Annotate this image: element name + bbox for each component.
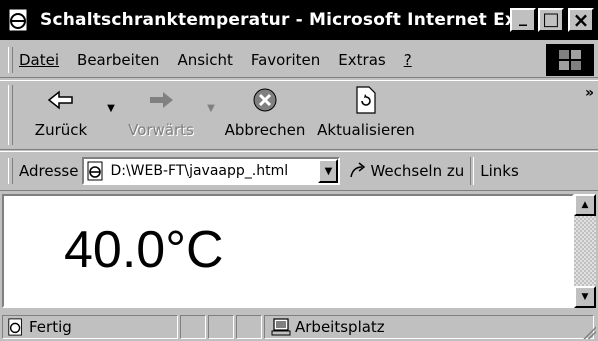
address-value: D:\WEB-FT\javaapp_.html	[110, 163, 289, 179]
close-icon: ×	[572, 8, 590, 32]
refresh-label: Aktualisieren	[317, 121, 415, 139]
status-panel-blank-1	[180, 314, 206, 339]
links-button[interactable]: Links	[480, 162, 519, 180]
maximize-button[interactable]: □	[538, 8, 564, 32]
standard-toolbar: Zurück ▼ Vorwärts ▼ Abbrechen Aktualisie…	[0, 80, 598, 150]
status-text-panel: Fertig	[2, 314, 178, 339]
page-content: 40.0°C	[2, 194, 574, 308]
back-label: Zurück	[34, 121, 88, 139]
status-bar: Fertig Arbeitsplatz	[0, 312, 598, 341]
title-bar[interactable]: Schaltschranktemperatur - Microsoft Inte…	[0, 0, 598, 40]
scroll-up-button[interactable]: ▲	[574, 194, 596, 216]
minimize-button[interactable]: _	[510, 8, 536, 32]
go-arrow-icon	[350, 162, 366, 178]
refresh-icon	[356, 86, 376, 114]
status-zone-panel: Arbeitsplatz	[264, 314, 594, 339]
menu-extras[interactable]: Extras	[338, 51, 385, 69]
forward-arrow-icon	[150, 92, 173, 108]
temperature-readout: 40.0°C	[64, 221, 224, 279]
stop-button[interactable]: Abbrechen	[219, 81, 311, 147]
scroll-up-icon: ▲	[581, 200, 589, 210]
browser-window: Schaltschranktemperatur - Microsoft Inte…	[0, 0, 598, 341]
vertical-scrollbar[interactable]: ▲ ▼	[574, 194, 596, 308]
menu-grip[interactable]	[8, 46, 13, 73]
menu-datei[interactable]: Datei	[19, 51, 59, 69]
address-input[interactable]: D:\WEB-FT\javaapp_.html ▼	[82, 157, 341, 185]
stop-icon	[253, 88, 277, 112]
minimize-icon: _	[519, 7, 527, 26]
refresh-button[interactable]: Aktualisieren	[311, 81, 421, 147]
scroll-down-icon: ▼	[581, 292, 589, 302]
page-icon	[87, 161, 103, 181]
status-panel-blank-3	[236, 314, 262, 339]
ie-throbber-logo	[546, 44, 594, 76]
go-button[interactable]: Wechseln zu	[348, 161, 464, 181]
windows-logo-icon	[559, 50, 581, 70]
forward-dropdown-icon[interactable]: ▼	[203, 103, 219, 114]
menu-help[interactable]: ?	[404, 51, 412, 69]
chevron-down-icon: ▼	[324, 165, 333, 177]
page-icon	[8, 317, 22, 336]
window-title: Schaltschranktemperatur - Microsoft Inte…	[40, 10, 510, 30]
toolbar-grip[interactable]	[8, 85, 13, 145]
maximize-icon: □	[542, 9, 560, 30]
address-dropdown-button[interactable]: ▼	[318, 159, 339, 183]
status-zone: Arbeitsplatz	[295, 317, 385, 336]
forward-label: Vorwärts	[128, 121, 194, 139]
back-arrow-icon	[47, 90, 73, 110]
forward-button[interactable]: Vorwärts	[119, 81, 203, 147]
resize-grip[interactable]	[580, 323, 596, 339]
address-grip[interactable]	[8, 158, 13, 184]
stop-label: Abbrechen	[224, 121, 306, 139]
address-bar: Adresse D:\WEB-FT\javaapp_.html ▼ Wechse…	[0, 151, 598, 191]
menu-ansicht[interactable]: Ansicht	[177, 51, 232, 69]
ie-page-icon[interactable]	[6, 7, 32, 33]
status-panel-blank-2	[208, 314, 234, 339]
menu-bar: Datei Bearbeiten Ansicht Favoriten Extra…	[0, 42, 598, 78]
computer-icon	[271, 317, 291, 335]
address-label: Adresse	[19, 162, 79, 180]
window-controls: _ □ ×	[510, 8, 594, 32]
address-separator	[470, 157, 475, 185]
menu-bearbeiten[interactable]: Bearbeiten	[77, 51, 159, 69]
close-button[interactable]: ×	[568, 8, 594, 32]
toolbar-overflow-chevron-icon[interactable]: »	[585, 85, 594, 101]
back-button[interactable]: Zurück	[19, 81, 103, 147]
menu-favoriten[interactable]: Favoriten	[251, 51, 320, 69]
scroll-down-button[interactable]: ▼	[574, 286, 596, 308]
status-text: Fertig	[29, 317, 72, 336]
go-label: Wechseln zu	[370, 162, 465, 180]
back-dropdown-icon[interactable]: ▼	[103, 103, 119, 114]
